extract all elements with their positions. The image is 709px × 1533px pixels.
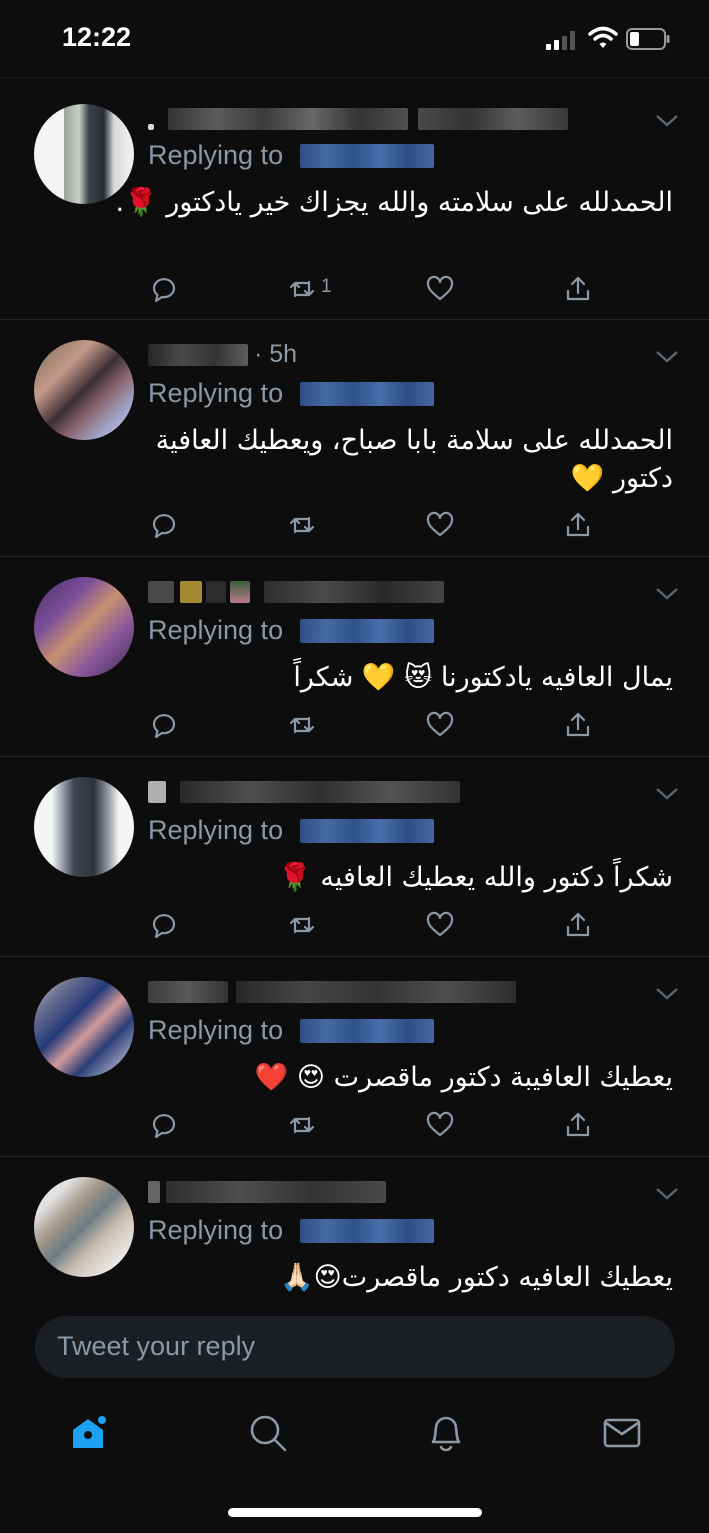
tweet-actions [0, 510, 709, 542]
chevron-down-icon[interactable] [654, 1183, 680, 1203]
replying-to-label: Replying to [148, 140, 284, 170]
replying-to-handle[interactable] [300, 619, 434, 643]
share-icon[interactable] [563, 1110, 593, 1140]
cellular-signal-icon [546, 30, 578, 50]
chevron-down-icon[interactable] [654, 110, 680, 130]
tweet-text: شكراً دكتور والله يعطيك العافيه 🌹 [278, 862, 673, 893]
tweet-actions: 1 [0, 274, 709, 306]
chevron-down-icon[interactable] [654, 346, 680, 366]
retweet-icon[interactable] [287, 910, 317, 940]
replying-to-handle[interactable] [300, 382, 434, 406]
reply-icon[interactable] [149, 910, 179, 940]
replying-to-label: Replying to [148, 1015, 284, 1045]
user-name[interactable] [148, 1181, 408, 1203]
tab-bar [0, 1390, 709, 1533]
home-indicator[interactable] [228, 1508, 482, 1517]
tweet-actions [0, 710, 709, 742]
replying-to-handle[interactable] [300, 1219, 434, 1243]
user-name[interactable] [148, 344, 258, 366]
replying-to-label: Replying to [148, 1215, 284, 1245]
chevron-down-icon[interactable] [654, 783, 680, 803]
tweet-text: يعطيك العافيبة دكتور ماقصرت 😍 ❤️ [254, 1062, 673, 1093]
reply-icon[interactable] [149, 510, 179, 540]
share-icon[interactable] [563, 510, 593, 540]
reply-item[interactable]: Replying to يعطيك العافيبة دكتور ماقصرت … [0, 957, 709, 1157]
retweet-count: 1 [321, 276, 332, 297]
like-icon[interactable] [425, 274, 455, 304]
like-icon[interactable] [425, 1110, 455, 1140]
replying-to-label: Replying to [148, 615, 284, 645]
reply-icon[interactable] [149, 1110, 179, 1140]
replying-to-handle[interactable] [300, 819, 434, 843]
reply-icon[interactable] [149, 274, 179, 304]
status-bar: 12:22 [0, 0, 709, 78]
tweet-text: يعطيك العافيه دكتور ماقصرت😍🙏🏻 [280, 1262, 673, 1293]
battery-icon [626, 28, 670, 50]
tweet-reply-input[interactable]: Tweet your reply [35, 1316, 675, 1378]
tweet-actions [0, 1110, 709, 1142]
share-icon[interactable] [563, 710, 593, 740]
retweet-icon[interactable]: 1 [287, 274, 332, 304]
chevron-down-icon[interactable] [654, 983, 680, 1003]
search-icon[interactable] [247, 1412, 289, 1454]
user-name[interactable] [148, 981, 528, 1003]
chevron-down-icon[interactable] [654, 583, 680, 603]
share-icon[interactable] [563, 274, 593, 304]
tweet-actions [0, 910, 709, 942]
notifications-icon[interactable] [425, 1412, 467, 1454]
user-name[interactable] [148, 781, 468, 803]
tweet-text: يمال العافيه يادكتورنا 😻 💛 شكراً [293, 662, 673, 693]
wifi-icon [588, 26, 618, 50]
tweet-text: الحمدلله على سلامة بابا صباح، ويعطيك الع… [155, 425, 673, 494]
retweet-icon[interactable] [287, 710, 317, 740]
compose-placeholder: Tweet your reply [57, 1331, 256, 1361]
retweet-icon[interactable] [287, 510, 317, 540]
reply-item[interactable]: · 5h Replying to الحمدلله على سلامة بابا… [0, 320, 709, 557]
retweet-icon[interactable] [287, 1110, 317, 1140]
like-icon[interactable] [425, 910, 455, 940]
replying-to-label: Replying to [148, 378, 284, 408]
like-icon[interactable] [425, 710, 455, 740]
replying-to-handle[interactable] [300, 144, 434, 168]
user-name[interactable] [148, 108, 568, 130]
reply-item[interactable]: Replying to الحمدلله على سلامته والله يج… [0, 80, 709, 320]
reply-item[interactable]: Replying to يمال العافيه يادكتورنا 😻 💛 ش… [0, 557, 709, 757]
home-icon[interactable] [69, 1412, 111, 1454]
messages-icon[interactable] [602, 1412, 644, 1454]
tweet-time: · 5h [254, 340, 298, 368]
reply-item[interactable]: Replying to يعطيك العافيه دكتور ماقصرت😍🙏… [0, 1157, 709, 1300]
share-icon[interactable] [563, 910, 593, 940]
status-time: 12:22 [62, 22, 132, 52]
user-name[interactable] [148, 581, 448, 603]
like-icon[interactable] [425, 510, 455, 540]
tweet-text: الحمدلله على سلامته والله يجزاك خير يادك… [115, 187, 674, 218]
reply-item[interactable]: Replying to شكراً دكتور والله يعطيك العا… [0, 757, 709, 957]
replying-to-label: Replying to [148, 815, 284, 845]
reply-icon[interactable] [149, 710, 179, 740]
replying-to-handle[interactable] [300, 1019, 434, 1043]
